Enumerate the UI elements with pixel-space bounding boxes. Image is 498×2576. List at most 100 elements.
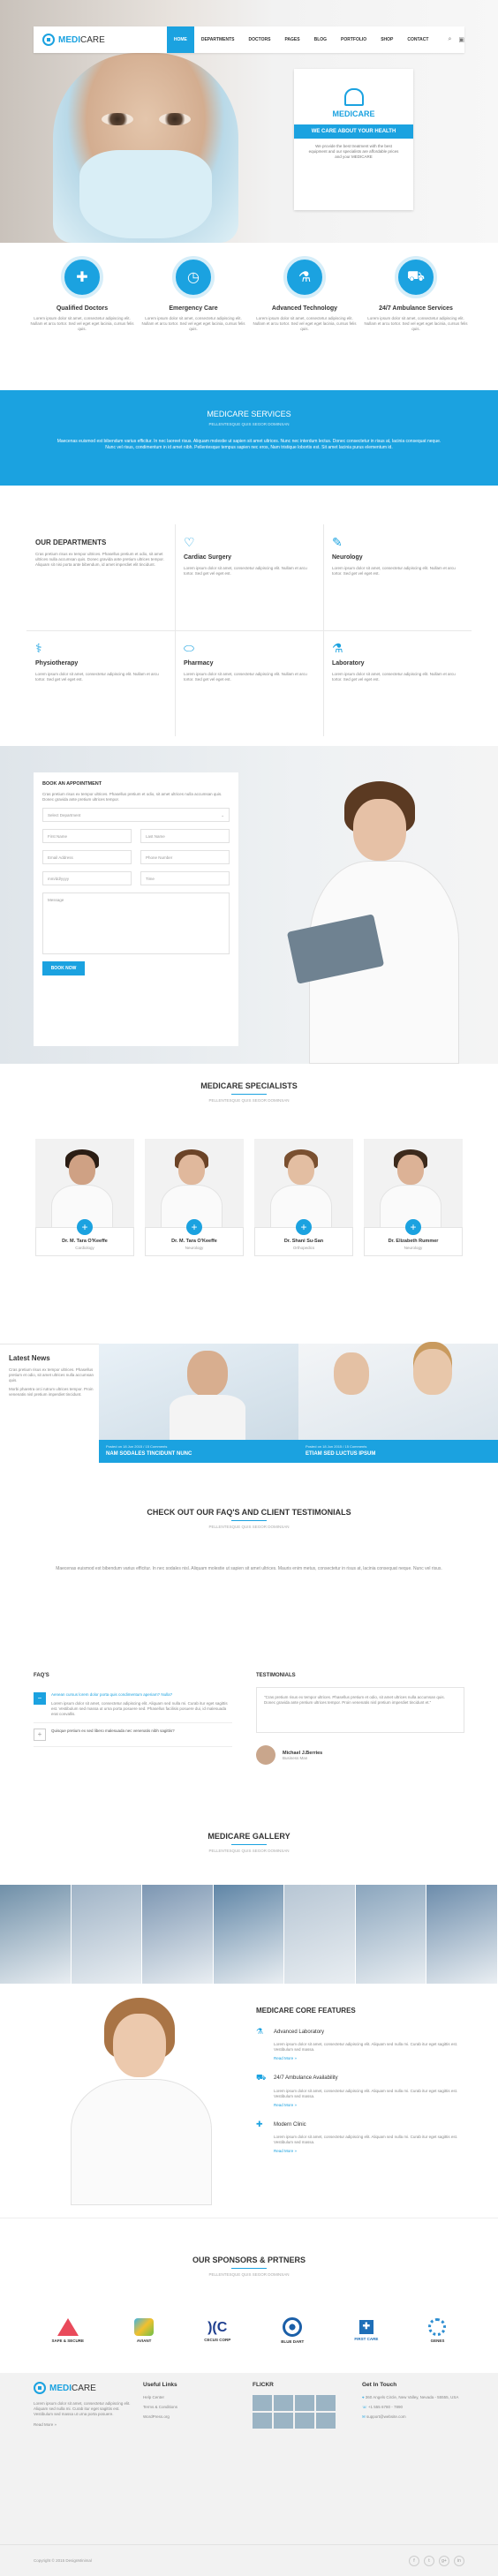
date-field[interactable]: mm/dd/yyyy [42,871,132,885]
department-pharmacy[interactable]: ⬭ Pharmacy Lorem ipsum dolor sit amet, c… [175,630,323,736]
email-field[interactable]: Email Address [42,850,132,864]
site-logo[interactable]: MEDI CARE [42,34,133,46]
news-post[interactable]: Posted on 18 Jun 2015 / 15 Comments NAM … [99,1344,298,1463]
gallery-image[interactable] [0,1885,72,1984]
sponsor-logo[interactable]: AVIANT [134,2318,155,2343]
flickr-thumb[interactable] [295,2413,314,2429]
time-field[interactable]: Time [140,871,230,885]
department-neurology[interactable]: ✎ Neurology Lorem ipsum dolor sit amet, … [323,524,472,630]
book-now-button[interactable]: BOOK NOW [42,961,85,975]
footer-link[interactable]: Terms & Conditions [143,2405,231,2409]
sponsor-logo[interactable]: SAFE & SECURE [52,2318,84,2343]
flickr-thumb[interactable] [316,2395,336,2411]
faq-question[interactable]: Quisque pretium ex sed libero malesuada … [51,1729,175,1734]
faq-section-title: CHECK OUT OUR FAQ'S AND CLIENT TESTIMONI… [147,1508,351,1517]
faq-question[interactable]: Aenean cursus lorem dolor porta quis con… [51,1692,232,1698]
news-post[interactable]: Posted on 18 Jun 2015 / 15 Comments ETIA… [298,1344,498,1463]
specialist-card[interactable]: + Dr. M. Tara O'Keeffe Neurology [145,1139,244,1256]
flickr-thumb[interactable] [253,2413,272,2429]
services-subtitle: PELLENTESQUE QUIS SEGOR DOMINSAN [208,422,290,426]
phone-field[interactable]: Phone Number [140,850,230,864]
plus-icon[interactable]: + [186,1219,202,1235]
services-band: MEDICARE SERVICES PELLENTESQUE QUIS SEGO… [0,390,498,486]
department-select[interactable]: Select Department ⌄ [42,808,230,822]
department-cardiac[interactable]: ♡ Cardiac Surgery Lorem ipsum dolor sit … [175,524,323,630]
core-feature-name: 24/7 Ambulance Availability [274,2075,338,2081]
google-plus-icon[interactable]: g+ [439,2555,449,2566]
first-name-field[interactable]: First Name [42,829,132,843]
faq-item[interactable]: + Quisque pretium ex sed libero malesuad… [34,1723,232,1747]
minus-icon[interactable]: − [34,1692,46,1705]
department-laboratory[interactable]: ⚗ Laboratory Lorem ipsum dolor sit amet,… [323,630,472,736]
department-physiotherapy[interactable]: ⚕ Physiotherapy Lorem ipsum dolor sit am… [26,630,175,736]
plus-icon[interactable]: + [296,1219,312,1235]
appointment-title: BOOK AN APPOINTMENT [42,781,102,787]
specialist-card[interactable]: + Dr. Elizabeth Rummer Neurology [364,1139,463,1256]
read-more-link[interactable]: Read More » [274,2149,468,2153]
footer-about: MEDI CARE Lorem ipsum dolor sit amet, con… [34,2382,131,2428]
twitter-icon[interactable]: t [424,2555,434,2566]
last-name-field[interactable]: Last Name [140,829,230,843]
nav-departments[interactable]: DEPARTMENTS [194,26,242,53]
ambulance-icon: ⛟ [395,256,437,298]
plus-icon[interactable]: + [34,1729,46,1741]
footer-link[interactable]: Help Center [143,2395,231,2399]
plus-icon[interactable]: + [77,1219,93,1235]
flickr-thumb[interactable] [316,2413,336,2429]
read-more-link[interactable]: Read More » [274,2103,468,2107]
faq-list: FAQ'S − Aenean cursus lorem dolor porta … [34,1673,232,1747]
sponsor-logo[interactable]: BLUE DART [281,2317,304,2344]
gallery-image[interactable] [71,1885,143,1984]
gallery-image[interactable] [142,1885,214,1984]
nav-home[interactable]: HOME [166,26,194,53]
contact-email[interactable]: support@website.com [366,2414,406,2419]
footer-link[interactable]: WordPress.org [143,2414,231,2419]
linkedin-icon[interactable]: in [454,2555,464,2566]
smiling-doctor-image [53,1998,238,2205]
specialist-card[interactable]: + Dr. Shani Su-San Orthopedics [254,1139,353,1256]
nav-contact[interactable]: CONTACT [400,26,435,53]
nav-portfolio[interactable]: PORTFOLIO [334,26,374,53]
footer-logo[interactable]: MEDI CARE [34,2382,131,2394]
nav-shop[interactable]: SHOP [374,26,400,53]
gallery-image[interactable] [355,1885,427,1984]
nav-pages[interactable]: PAGES [277,26,306,53]
read-more-link[interactable]: Read More » [274,2056,468,2060]
sponsor-logo[interactable]: )(C CECUS CORP [204,2320,230,2342]
footer-read-more[interactable]: Read More » [34,2422,131,2428]
sponsor-logo[interactable]: GENES [428,2318,447,2343]
faq-section-subtitle: PELLENTESQUE QUIS SEGOR DOMINSAN [208,1525,290,1529]
flickr-thumb[interactable] [253,2395,272,2411]
department-text: Lorem ipsum dolor sit amet, consectetur … [184,672,307,682]
specialists-row: + Dr. M. Tara O'Keeffe Cardiology + Dr. M. … [35,1139,463,1256]
flickr-thumb[interactable] [295,2395,314,2411]
plus-icon[interactable]: + [405,1219,421,1235]
search-icon[interactable]: ⌕ [448,36,451,43]
nav-doctors[interactable]: DOCTORS [242,26,278,53]
gallery-image[interactable] [426,1885,498,1984]
news-post-title[interactable]: NAM SODALES TINCIDUNT NUNC [106,1451,291,1457]
cart-icon[interactable]: ▣ [458,36,464,43]
feature-text: Lorem ipsum dolor sit amet, consectetur … [30,316,134,331]
specialist-card[interactable]: + Dr. M. Tara O'Keeffe Cardiology [35,1139,134,1256]
nav-blog[interactable]: BLOG [307,26,334,53]
facebook-icon[interactable]: f [409,2555,419,2566]
title-underline [231,2268,267,2269]
core-features-list: MEDICARE CORE FEATURES ⚗ Advanced Laborat… [256,2007,468,2153]
message-field[interactable]: Message [42,893,230,954]
sponsor-logo[interactable]: ✚ FIRST CARE [354,2320,378,2341]
gallery-image[interactable] [213,1885,285,1984]
news-photo-face [334,1352,369,1395]
logo-icon [42,34,55,46]
news-photo-coat [170,1395,245,1440]
flickr-thumb[interactable] [274,2395,293,2411]
news-post-title[interactable]: ETIAM SED LUCTUS IPSUM [306,1451,491,1457]
feature-title: Advanced Technology [271,305,338,312]
flickr-thumb[interactable] [274,2413,293,2429]
gallery-image[interactable] [284,1885,356,1984]
author-role: Business Man [283,1755,308,1760]
testimonials: TESTIMONIALS "Cras pretium risus ex temp… [256,1673,464,1765]
faq-item[interactable]: − Aenean cursus lorem dolor porta quis c… [34,1687,232,1723]
main-navbar: MEDI CARE HOME DEPARTMENTS DOCTORS PAGES … [34,26,464,53]
lab-icon: ⚗ [256,2027,264,2036]
